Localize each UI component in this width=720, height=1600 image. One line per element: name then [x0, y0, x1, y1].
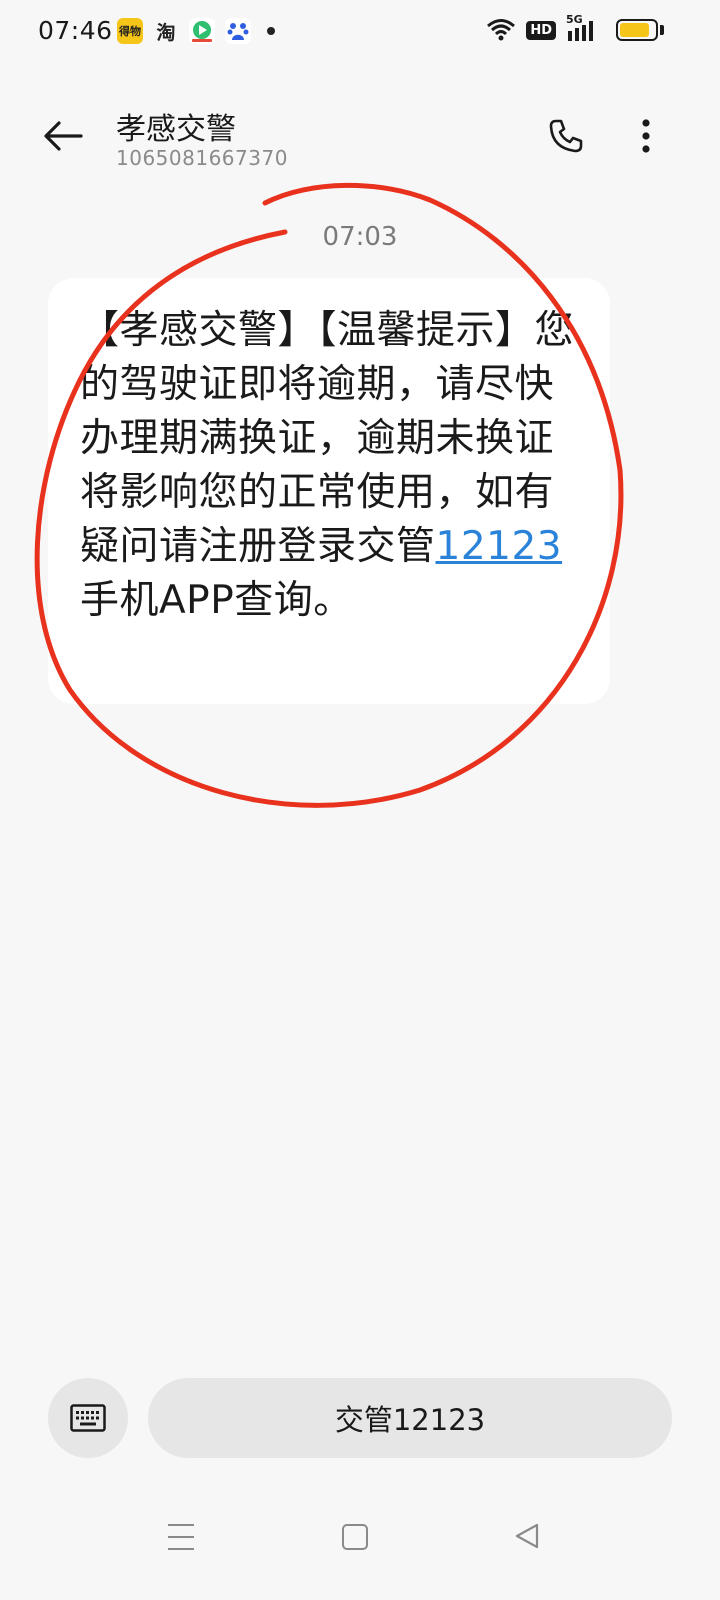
status-bar: 07:46 得物 淘 HD 5G — [0, 0, 720, 64]
phone-icon — [549, 119, 583, 153]
contact-number: 1065081667370 — [116, 146, 288, 170]
menu-line — [168, 1536, 194, 1538]
menu-line — [168, 1548, 194, 1550]
connectivity-icons: HD 5G — [486, 13, 600, 43]
back-button[interactable] — [38, 116, 88, 156]
battery-icon — [616, 19, 658, 41]
system-nav-bar — [0, 1510, 720, 1570]
back-arrow-icon — [44, 121, 83, 151]
keyboard-button[interactable] — [48, 1378, 128, 1458]
signal-icon: 5G — [566, 13, 600, 43]
quick-reply-button[interactable]: 交管12123 — [148, 1378, 672, 1458]
taobao-icon: 淘 — [156, 21, 176, 44]
hd-badge: HD — [526, 20, 556, 40]
baidu-icon — [225, 18, 251, 44]
status-time: 07:46 — [38, 16, 113, 45]
menu-line — [168, 1524, 194, 1526]
conversation-header: 孝感交警 1065081667370 — [0, 80, 720, 190]
contact-name: 孝感交警 — [116, 112, 236, 147]
more-notifications-dot — [267, 27, 275, 35]
notification-icons: 得物 淘 — [117, 18, 275, 44]
message-timestamp: 07:03 — [322, 222, 398, 252]
wifi-icon — [487, 19, 516, 41]
message-bubble[interactable]: 【孝感交警】【温馨提示】您的驾驶证即将逾期，请尽快办理期满换证，逾期未换证将影响… — [48, 278, 610, 704]
more-options-button[interactable] — [626, 114, 666, 158]
recent-apps-button[interactable] — [168, 1524, 194, 1550]
video-icon — [189, 18, 215, 44]
dewu-icon: 得物 — [117, 18, 143, 44]
home-button[interactable] — [342, 1524, 368, 1550]
nav-back-button[interactable] — [514, 1522, 540, 1550]
battery-level — [620, 23, 649, 37]
message-text-tail: 手机APP查询。 — [80, 578, 353, 623]
call-button[interactable] — [544, 114, 588, 158]
battery-tip — [660, 25, 664, 35]
more-vertical-icon — [642, 119, 650, 153]
keyboard-icon — [70, 1404, 106, 1432]
message-link[interactable]: 12123 — [436, 524, 563, 569]
compose-bar: 交管12123 — [0, 1370, 720, 1470]
triangle-back-icon — [515, 1523, 539, 1549]
